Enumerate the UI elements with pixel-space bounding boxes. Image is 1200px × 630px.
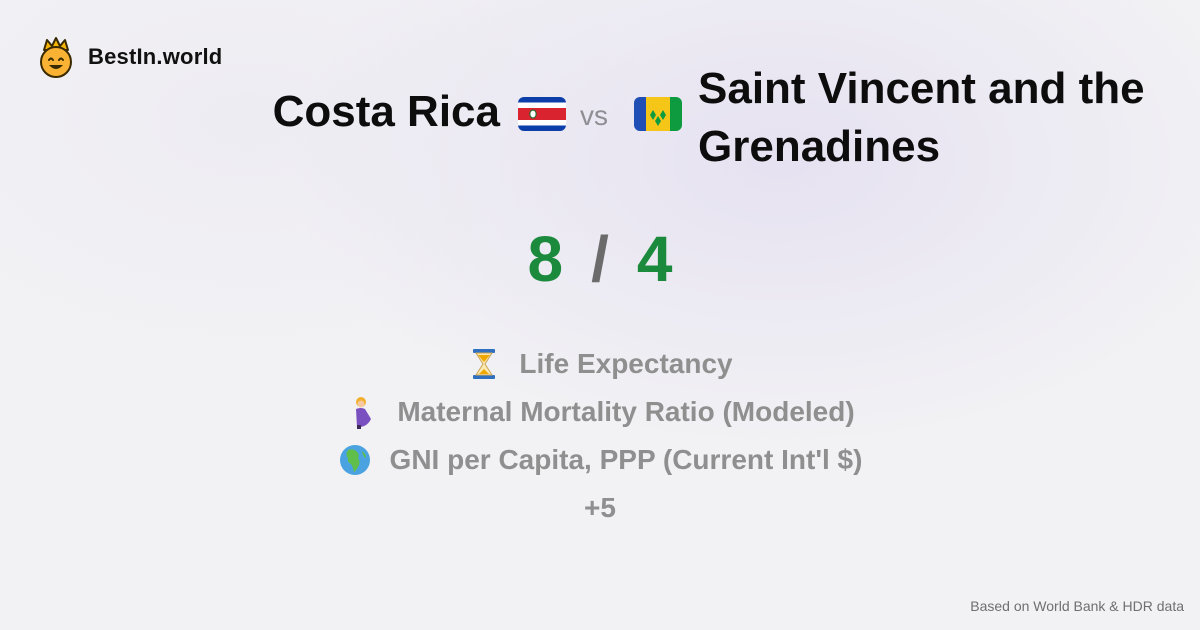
metric-item[interactable]: GNI per Capita, PPP (Current Int'l $) (0, 436, 1200, 484)
hourglass-icon (473, 349, 496, 379)
more-metrics-link[interactable]: +5 (0, 484, 1200, 532)
vs-label: vs (580, 100, 608, 131)
metric-label: Maternal Mortality Ratio (Modeled) (397, 396, 855, 427)
country-b-name[interactable]: Saint Vincent and the Grenadines (698, 60, 1158, 176)
metric-label: GNI per Capita, PPP (Current Int'l $) (389, 444, 863, 475)
data-source-note: Based on World Bank & HDR data (970, 598, 1184, 614)
score-b: 4 (636, 223, 673, 295)
metric-item[interactable]: Maternal Mortality Ratio (Modeled) (0, 388, 1200, 436)
costa-rica-flag-icon (518, 97, 566, 131)
saint-vincent-flag-icon (634, 97, 682, 131)
metrics-list: Life Expectancy Maternal Mortality Ratio… (0, 340, 1200, 532)
score: 8 / 4 (0, 222, 1200, 296)
score-separator: / (591, 223, 609, 295)
score-a: 8 (527, 223, 564, 295)
country-a-name[interactable]: Costa Rica (273, 87, 500, 137)
metric-label: Life Expectancy (519, 348, 733, 379)
metric-item[interactable]: Life Expectancy (0, 340, 1200, 388)
comparison-title: Costa Rica vs Saint Vincent and the Gren… (0, 60, 1200, 175)
pregnant-woman-icon (356, 397, 372, 429)
globe-africa-icon (339, 445, 370, 475)
